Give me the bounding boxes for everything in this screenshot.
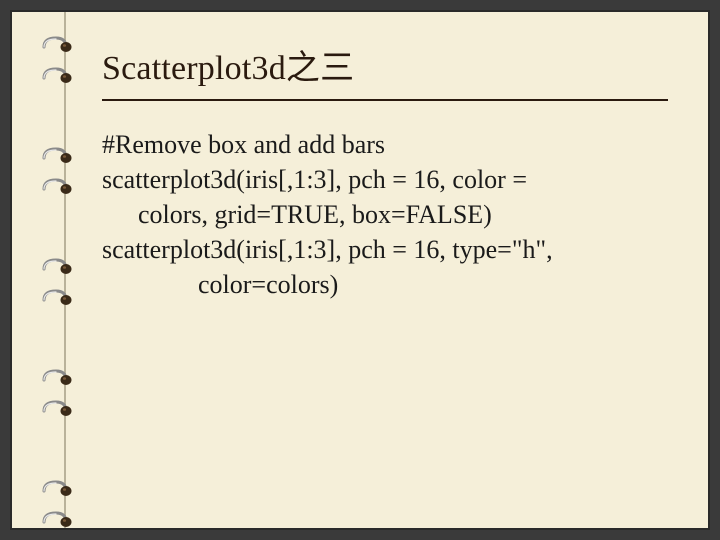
slide: Scatterplot3d之三 #Remove box and add bars… [10,10,710,530]
code-line: scatterplot3d(iris[,1:3], pch = 16, type… [102,232,668,267]
binder-ring-icon [42,511,86,533]
binder-ring-icon [42,400,86,422]
code-line: colors, grid=TRUE, box=FALSE) [102,197,668,232]
code-line: color=colors) [102,267,668,302]
slide-body: #Remove box and add bars scatterplot3d(i… [102,127,668,302]
code-line: scatterplot3d(iris[,1:3], pch = 16, colo… [102,162,668,197]
binder-ring-icon [42,258,86,280]
code-line: #Remove box and add bars [102,127,668,162]
binder-ring-icon [42,67,86,89]
spiral-binding [42,12,82,528]
binder-ring-icon [42,36,86,58]
binder-ring-icon [42,178,86,200]
slide-title: Scatterplot3d之三 [102,40,668,101]
binder-ring-icon [42,369,86,391]
binder-ring-icon [42,480,86,502]
binder-ring-icon [42,147,86,169]
binder-ring-icon [42,289,86,311]
